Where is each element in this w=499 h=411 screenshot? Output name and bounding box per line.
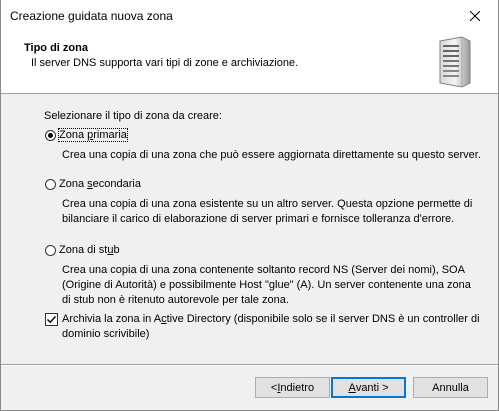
stub-zone-description: Crea una copia di una zona contenente so… bbox=[62, 264, 471, 306]
radio-primary-zone-button[interactable] bbox=[45, 129, 56, 141]
radio-stub-zone-label[interactable]: Zona di stub bbox=[59, 244, 120, 256]
primary-zone-description: Crea una copia di una zona che può esser… bbox=[62, 149, 481, 161]
radio-primary-zone[interactable]: Zona primaria bbox=[45, 128, 128, 142]
next-button[interactable]: Avanti > bbox=[331, 377, 406, 398]
zone-type-prompt: Selezionare il tipo di zona da creare: bbox=[44, 110, 222, 122]
radio-secondary-zone-button[interactable] bbox=[45, 178, 56, 190]
page-subtitle: Il server DNS supporta vari tipi di zone… bbox=[31, 57, 299, 69]
close-icon bbox=[470, 10, 480, 21]
title-bar: Creazione guidata nuova zona bbox=[1, 0, 498, 31]
radio-secondary-zone[interactable]: Zona secondaria bbox=[45, 178, 141, 190]
store-in-ad-checkbox-row[interactable]: Archivia la zona in Active Directory (di… bbox=[45, 312, 482, 342]
store-in-ad-checkbox[interactable] bbox=[45, 313, 58, 326]
store-in-ad-label[interactable]: Archivia la zona in Active Directory (di… bbox=[62, 312, 482, 342]
cancel-button[interactable]: Annulla bbox=[413, 377, 488, 398]
close-button[interactable] bbox=[452, 0, 498, 31]
footer-divider bbox=[1, 364, 498, 366]
checkmark-icon bbox=[47, 316, 57, 324]
window-title: Creazione guidata nuova zona bbox=[10, 9, 173, 23]
back-button[interactable]: < Indietro bbox=[255, 377, 330, 398]
radio-primary-zone-label[interactable]: Zona primaria bbox=[58, 128, 128, 142]
wizard-header: Tipo di zona Il server DNS supporta vari… bbox=[1, 31, 498, 94]
server-icon bbox=[439, 36, 471, 88]
radio-secondary-zone-label[interactable]: Zona secondaria bbox=[59, 178, 141, 190]
radio-stub-zone-button[interactable] bbox=[45, 244, 56, 256]
wizard-window: Creazione guidata nuova zona Tipo di zon… bbox=[0, 0, 499, 411]
page-title: Tipo di zona bbox=[24, 42, 88, 54]
radio-stub-zone[interactable]: Zona di stub bbox=[45, 244, 120, 256]
secondary-zone-description: Crea una copia di una zona esistente su … bbox=[62, 198, 473, 225]
